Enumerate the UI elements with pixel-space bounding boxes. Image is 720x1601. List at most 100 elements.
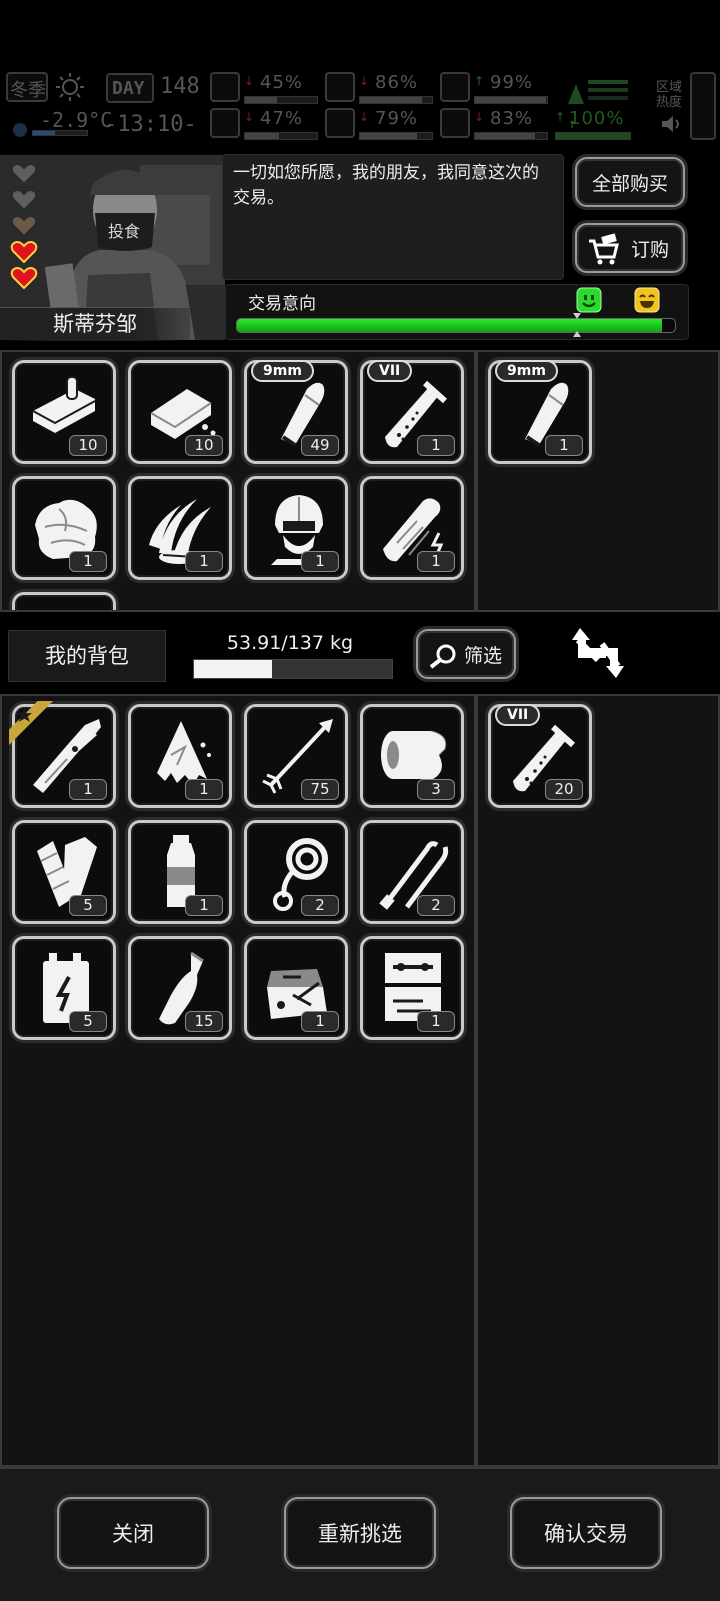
reselect-button[interactable]: 重新挑选 <box>284 1497 436 1569</box>
shopping-cart-icon <box>589 233 619 265</box>
water-drop-icon <box>325 108 355 138</box>
stat-bar <box>474 132 548 140</box>
brain-icon <box>210 108 240 138</box>
item-slot[interactable]: 1 <box>128 476 232 580</box>
item-quantity: 1 <box>301 551 339 572</box>
happy-face-icon <box>576 287 602 313</box>
trend-up-icon: ↑ <box>555 110 566 124</box>
item-quantity: 1 <box>417 1011 455 1032</box>
trade-intent-bar <box>236 318 676 333</box>
item-quantity: 1 <box>69 779 107 800</box>
item-quantity: 1 <box>185 551 223 572</box>
item-quantity: 1 <box>69 551 107 572</box>
order-button[interactable]: 订购 <box>575 223 685 273</box>
item-quantity: 20 <box>545 779 583 800</box>
svg-text:↑: ↑ <box>568 116 576 132</box>
item-quantity: 1 <box>185 779 223 800</box>
item-quantity: 5 <box>69 895 107 916</box>
speaker-icon[interactable] <box>660 114 684 134</box>
item-slot[interactable]: 1 <box>360 936 464 1040</box>
item-quantity: 2 <box>301 895 339 916</box>
item-quantity: 15 <box>185 1011 223 1032</box>
item-slot[interactable]: 1 <box>244 936 348 1040</box>
buy-all-button[interactable]: 全部购买 <box>575 157 685 207</box>
item-slot[interactable]: 1 <box>9 701 116 808</box>
item-tag: 9mm <box>251 360 314 382</box>
heart-empty-icon <box>10 163 38 186</box>
item-slot[interactable]: 1 <box>244 476 348 580</box>
merchant-offer-panel[interactable]: 9mm 1 <box>476 350 720 612</box>
hud-stat: ↓ 79% <box>325 108 435 142</box>
item-slot[interactable]: 2 <box>244 820 348 924</box>
item-slot[interactable] <box>12 592 116 610</box>
stat-bar <box>359 132 433 140</box>
heart-full-icon <box>10 241 38 264</box>
item-slot[interactable]: 9mm 1 <box>488 360 592 464</box>
intent-marker-icon <box>573 313 581 337</box>
order-label: 订购 <box>630 238 669 261</box>
heart-empty-icon <box>10 189 38 212</box>
item-slot[interactable]: 10 <box>128 360 232 464</box>
item-quantity: 1 <box>417 435 455 456</box>
zone-heat-label: 区域 热度 <box>656 80 682 110</box>
item-slot[interactable]: 9mm 49 <box>244 360 348 464</box>
trade-intent-panel: 交易意向 <box>225 284 689 340</box>
carry-weight: 53.91/137 kg <box>226 632 354 654</box>
item-quantity: 10 <box>69 435 107 456</box>
favorite-star-icon <box>9 701 53 745</box>
stat-value: 99% <box>490 72 534 93</box>
item-quantity: 49 <box>301 435 339 456</box>
stat-value: 45% <box>260 72 304 93</box>
item-slot[interactable]: 75 <box>244 704 348 808</box>
mask-text: 投食 <box>108 222 140 241</box>
season-label: 冬季 <box>10 80 46 101</box>
player-inventory-panel[interactable]: 1 1 75 3 5 1 2 2 5 15 1 1 <box>0 694 476 1467</box>
stat-value: 79% <box>375 108 419 129</box>
item-quantity: 1 <box>301 1011 339 1032</box>
trend-down-icon: ↓ <box>359 74 370 88</box>
hud-stat: ↑ 99% <box>440 72 550 106</box>
item-slot[interactable]: 5 <box>12 936 116 1040</box>
my-backpack-label: 我的背包 <box>8 630 166 682</box>
hud-stat: ↓ 86% <box>325 72 435 106</box>
stat-bar <box>359 96 433 104</box>
item-quantity: 1 <box>417 551 455 572</box>
filter-button[interactable]: 筛选 <box>416 629 516 679</box>
item-slot[interactable]: 5 <box>12 820 116 924</box>
item-slot[interactable]: 15 <box>128 936 232 1040</box>
zone-signal-icon: ↑ <box>568 80 628 132</box>
item-slot[interactable]: 1 <box>360 476 464 580</box>
trend-down-icon: ↓ <box>474 110 485 124</box>
close-button[interactable]: 关闭 <box>57 1497 209 1569</box>
item-slot[interactable]: 3 <box>360 704 464 808</box>
item-slot[interactable]: 1 <box>12 476 116 580</box>
clock: -13:10- <box>104 112 197 137</box>
player-offer-panel[interactable]: VII 20 <box>476 694 720 1467</box>
item-tag: 9mm <box>495 360 558 382</box>
item-tag: VII <box>367 360 413 382</box>
item-slot[interactable]: VII 1 <box>360 360 464 464</box>
temperature: -2.9°C <box>40 108 113 132</box>
stat-value: 47% <box>260 108 304 129</box>
trade-intent-label: 交易意向 <box>248 294 316 314</box>
item-slot[interactable]: 1 <box>128 820 232 924</box>
trader-dialog: 一切如您所愿，我的朋友，我同意这次的交易。 <box>222 154 564 280</box>
item-slot[interactable]: VII 20 <box>488 704 592 808</box>
armor-icon <box>440 72 470 102</box>
confirm-trade-button[interactable]: 确认交易 <box>510 1497 662 1569</box>
swap-arrows-icon[interactable] <box>570 624 626 682</box>
merchant-inventory-panel[interactable]: 10 10 9mm 49 VII 1 1 1 1 1 <box>0 350 476 612</box>
magnifier-icon <box>429 644 456 669</box>
trend-up-icon: ↑ <box>474 74 485 88</box>
trend-down-icon: ↓ <box>244 110 255 124</box>
zone-meter: ↑ <box>566 74 632 134</box>
item-slot[interactable]: 10 <box>12 360 116 464</box>
day-number: 148 <box>160 74 200 99</box>
stat-value: 86% <box>375 72 419 93</box>
zone-label: 区域 <box>656 80 683 95</box>
item-slot[interactable]: 1 <box>128 704 232 808</box>
day-label: DAY <box>112 78 145 99</box>
item-slot[interactable]: 2 <box>360 820 464 924</box>
heart-icon <box>440 108 470 138</box>
hud-stat: ↓ 83% <box>440 108 550 142</box>
